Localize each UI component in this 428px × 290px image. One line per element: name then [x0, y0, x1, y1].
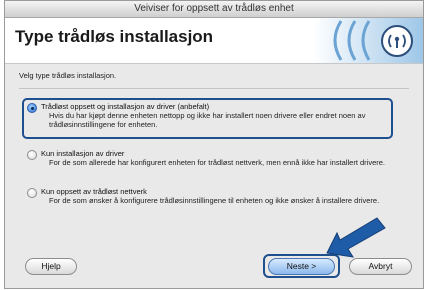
option-desc: Hvis du har kjøpt denne enheten nettopp …	[49, 111, 366, 130]
option-title: Kun oppsett av trådløst nettverk	[41, 187, 147, 196]
option-full-install[interactable]: Trådløst oppsett og installasjon av driv…	[27, 102, 397, 136]
page-title: Type trådløs installasjon	[15, 27, 214, 46]
radio-driver-only[interactable]	[27, 150, 37, 160]
option-title: Trådløst oppsett og installasjon av driv…	[41, 102, 210, 111]
wireless-signal-icon	[313, 18, 423, 63]
option-desc: For de som allerede har konfigurert enhe…	[49, 158, 385, 167]
arrow-pointer-icon	[326, 217, 386, 258]
help-button[interactable]: Hjelp	[25, 258, 77, 275]
divider	[19, 88, 409, 89]
header-panel: Type trådløs installasjon	[5, 18, 423, 64]
cancel-button[interactable]: Avbryt	[349, 258, 412, 275]
window-title: Veiviser for oppsett av trådløs enhet	[5, 1, 423, 18]
option-title: Kun installasjon av driver	[41, 149, 125, 158]
wizard-window: Veiviser for oppsett av trådløs enhet Ty…	[4, 0, 424, 289]
instruction-text: Velg type trådløs installasjon.	[19, 71, 117, 80]
option-desc: For de som ønsker å konfigurere trådløsi…	[49, 196, 380, 205]
radio-wireless-only[interactable]	[27, 188, 37, 198]
option-driver-only[interactable]: Kun installasjon av driver For de som al…	[27, 149, 397, 179]
radio-full-install[interactable]	[27, 103, 37, 113]
next-button[interactable]: Neste >	[268, 258, 335, 275]
